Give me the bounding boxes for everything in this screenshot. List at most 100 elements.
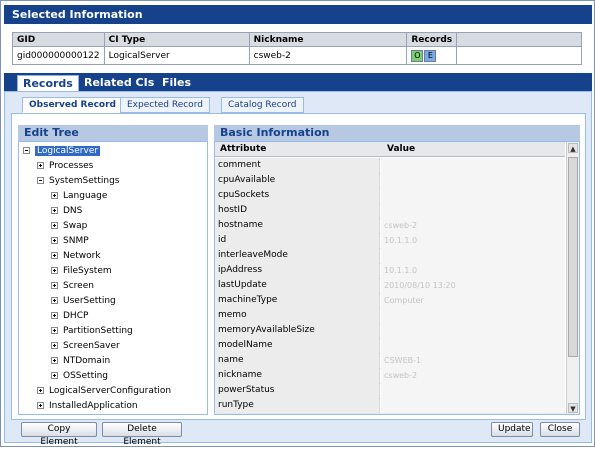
value-cell: 10.1.1.0 bbox=[381, 233, 565, 248]
tree-item[interactable]: LogicalServerConfiguration bbox=[37, 385, 171, 398]
window-frame: Selected Information GID CI Type Nicknam… bbox=[0, 0, 595, 447]
tree-item-label: Screen bbox=[63, 281, 94, 291]
grid-header-value[interactable]: Value bbox=[387, 142, 415, 156]
tree-item[interactable]: Network bbox=[51, 250, 101, 263]
expand-icon[interactable] bbox=[51, 327, 58, 334]
grid-header-attribute[interactable]: Attribute bbox=[220, 142, 266, 156]
tree-item[interactable]: Screen bbox=[51, 280, 94, 293]
table-row[interactable]: interleaveMode bbox=[215, 248, 565, 264]
table-row[interactable]: cpuAvailable bbox=[215, 173, 565, 189]
value-cell bbox=[381, 248, 565, 263]
tree-item[interactable]: Swap bbox=[51, 220, 87, 233]
table-row[interactable]: modelName bbox=[215, 338, 565, 354]
tree-item[interactable]: InstalledApplication bbox=[37, 400, 138, 413]
attribute-cell: runType bbox=[215, 398, 380, 413]
tab-records[interactable]: Records bbox=[17, 75, 79, 91]
expand-icon[interactable] bbox=[51, 207, 58, 214]
basic-information-grid[interactable]: Attribute Value ▲ ▼ comment cpuAvailable c… bbox=[214, 141, 580, 415]
expand-icon[interactable] bbox=[51, 192, 58, 199]
attribute-cell: cpuSockets bbox=[215, 188, 380, 203]
expand-icon[interactable] bbox=[51, 297, 58, 304]
tree-item-label: PartitionSetting bbox=[63, 326, 133, 336]
tree-item[interactable]: DHCP bbox=[51, 310, 88, 323]
tree-item-label: Swap bbox=[63, 221, 88, 231]
close-button[interactable]: Close bbox=[540, 422, 580, 437]
table-row[interactable]: comment bbox=[215, 158, 565, 174]
table-row[interactable]: lastUpdate 2010/08/10 13:20 bbox=[215, 278, 565, 294]
attribute-cell: name bbox=[215, 353, 380, 368]
expand-icon[interactable] bbox=[51, 282, 58, 289]
expected-record-icon[interactable]: E bbox=[424, 49, 437, 62]
value-cell bbox=[381, 398, 565, 413]
value-cell: 10.1.1.0 bbox=[381, 263, 565, 278]
table-row[interactable]: ipAddress 10.1.1.0 bbox=[215, 263, 565, 279]
table-row[interactable]: memoryAvailableSize bbox=[215, 323, 565, 339]
tree-item-label: DNS bbox=[63, 206, 83, 216]
attribute-cell: machineType bbox=[215, 293, 380, 308]
tree-item-label: LogicalServerConfiguration bbox=[49, 386, 172, 396]
attribute-cell: hostID bbox=[215, 203, 380, 218]
value-cell: 2010/08/10 13:20 bbox=[381, 278, 565, 293]
attribute-cell: modelName bbox=[215, 338, 380, 353]
scroll-down-arrow-icon[interactable]: ▼ bbox=[568, 403, 578, 413]
expand-icon[interactable] bbox=[37, 162, 44, 169]
table-row[interactable]: runType bbox=[215, 398, 565, 414]
tree-item-label: OSSetting bbox=[63, 371, 109, 381]
tree-item-label: SNMP bbox=[63, 236, 89, 246]
table-row[interactable]: cpuSockets bbox=[215, 188, 565, 204]
tree-item[interactable]: SNMP bbox=[51, 235, 89, 248]
table-row[interactable]: name CSWEB-1 bbox=[215, 353, 565, 369]
expand-icon[interactable] bbox=[37, 402, 44, 409]
tab-files[interactable]: Files bbox=[157, 75, 196, 91]
table-row[interactable]: nickname csweb-2 bbox=[215, 368, 565, 384]
tab-catalog-record[interactable]: Catalog Record bbox=[221, 97, 304, 113]
tree-item[interactable]: OSSetting bbox=[51, 370, 108, 383]
tree-item[interactable]: NTDomain bbox=[51, 355, 110, 368]
observed-record-icon[interactable]: O bbox=[411, 49, 424, 62]
expand-icon[interactable] bbox=[51, 237, 58, 244]
delete-element-button[interactable]: Delete Element bbox=[102, 422, 182, 447]
collapse-icon[interactable] bbox=[23, 147, 30, 154]
tree-item[interactable]: PartitionSetting bbox=[51, 325, 133, 338]
expand-icon[interactable] bbox=[51, 357, 58, 364]
tree-item[interactable]: FileSystem bbox=[51, 265, 112, 278]
table-row[interactable]: machineType Computer bbox=[215, 293, 565, 309]
table-row[interactable]: hostID bbox=[215, 203, 565, 219]
tab-expected-record[interactable]: Expected Record bbox=[120, 97, 210, 113]
tree-item[interactable]: UserSetting bbox=[51, 295, 116, 308]
expand-icon[interactable] bbox=[51, 267, 58, 274]
table-row[interactable]: id 10.1.1.0 bbox=[215, 233, 565, 249]
table-row[interactable]: hostname csweb-2 bbox=[215, 218, 565, 234]
copy-element-button[interactable]: Copy Element bbox=[21, 422, 97, 447]
scrollbar-thumb[interactable] bbox=[568, 157, 578, 357]
tree-item[interactable]: SystemSettings bbox=[37, 175, 119, 188]
expand-icon[interactable] bbox=[51, 222, 58, 229]
tree-item[interactable]: DNS bbox=[51, 205, 82, 218]
tree-item[interactable]: ScreenSaver bbox=[51, 340, 120, 353]
edit-tree[interactable]: LogicalServer Processes SystemSettings Lang… bbox=[18, 141, 208, 415]
attribute-cell: memoryAvailableSize bbox=[215, 323, 380, 338]
tab-observed-record[interactable]: Observed Record bbox=[22, 97, 123, 113]
table-row[interactable]: memo bbox=[215, 308, 565, 324]
cell-spacer bbox=[456, 46, 582, 65]
table-row[interactable]: gid000000000122 LogicalServer csweb-2 OE bbox=[12, 46, 582, 65]
expand-icon[interactable] bbox=[51, 252, 58, 259]
tab-related-cis[interactable]: Related CIs bbox=[79, 75, 159, 91]
tree-item[interactable]: Language bbox=[51, 190, 107, 203]
table-row[interactable]: powerStatus bbox=[215, 383, 565, 399]
value-cell bbox=[381, 173, 565, 188]
expand-icon[interactable] bbox=[51, 312, 58, 319]
expand-icon[interactable] bbox=[51, 342, 58, 349]
collapse-icon[interactable] bbox=[37, 177, 44, 184]
update-button[interactable]: Update bbox=[491, 422, 533, 437]
expand-icon[interactable] bbox=[37, 387, 44, 394]
tree-item[interactable]: Processes bbox=[37, 160, 93, 173]
attribute-cell: cpuAvailable bbox=[215, 173, 380, 188]
tree-item-label: ScreenSaver bbox=[63, 341, 120, 351]
scroll-up-arrow-icon[interactable]: ▲ bbox=[568, 143, 578, 153]
tree-item[interactable]: LogicalServer bbox=[23, 145, 101, 158]
cell-nickname: csweb-2 bbox=[248, 46, 408, 65]
value-cell: CSWEB-1 bbox=[381, 353, 565, 368]
grid-scrollbar[interactable]: ▲ ▼ bbox=[566, 142, 579, 414]
expand-icon[interactable] bbox=[51, 372, 58, 379]
